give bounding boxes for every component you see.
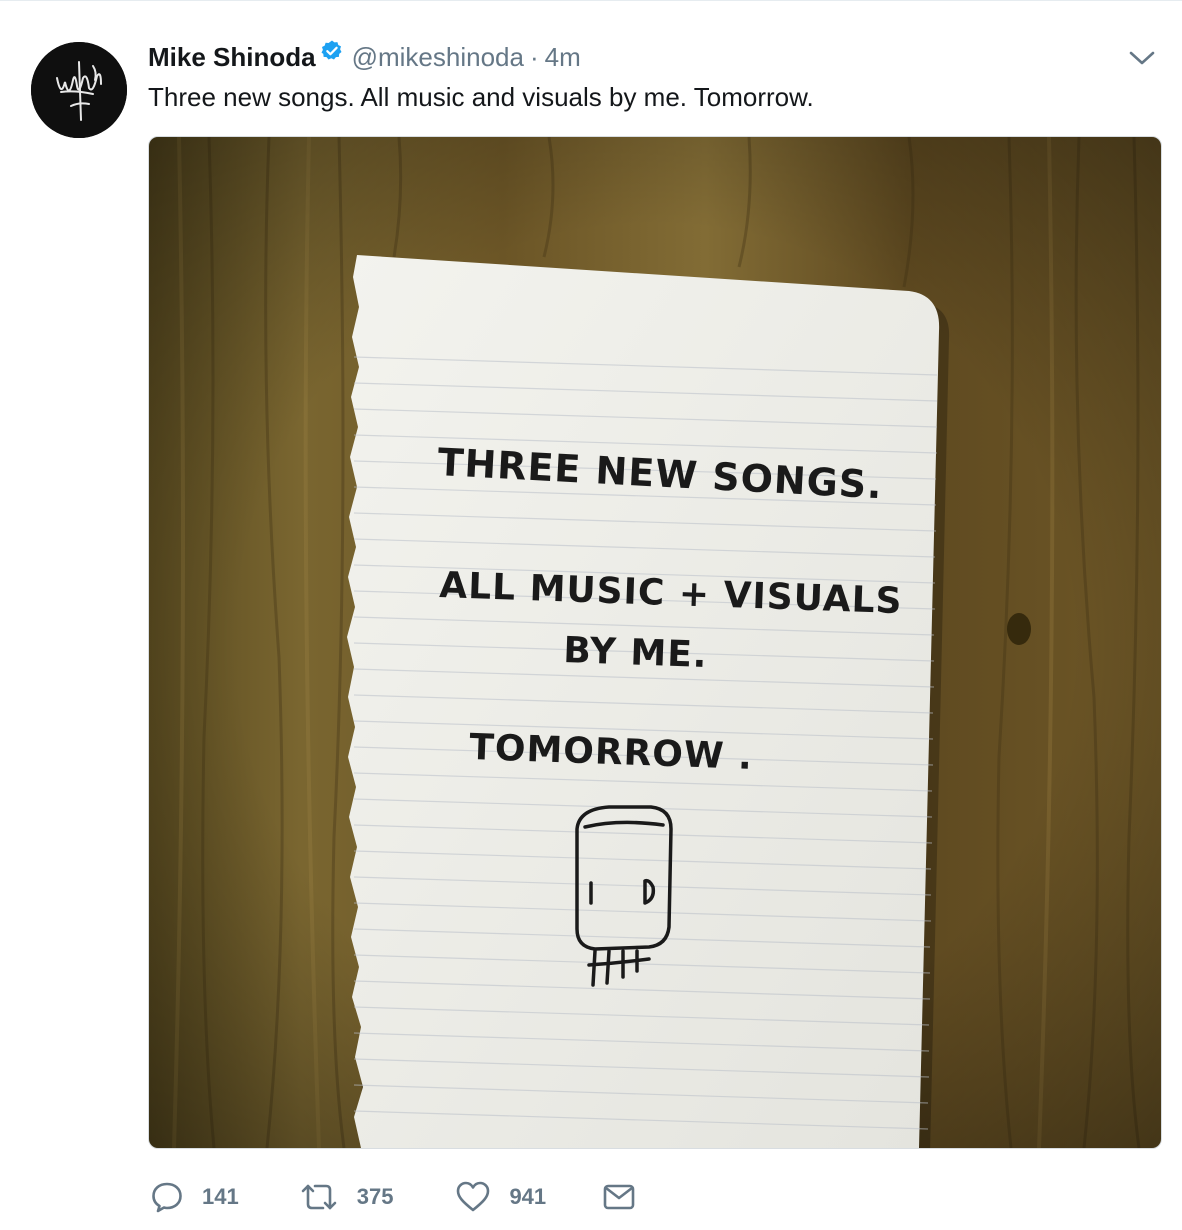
retweet-count: 375 [356, 1184, 394, 1209]
avatar[interactable] [31, 42, 127, 138]
envelope-icon [603, 1184, 635, 1210]
tweet-text: Three new songs. All music and visuals b… [148, 82, 814, 112]
direct-message-button[interactable] [602, 1182, 636, 1212]
chevron-down-icon [1129, 51, 1155, 65]
tweet-photo[interactable]: THREE NEW SONGS. ALL MUSIC + VISUALS BY … [148, 136, 1162, 1149]
reply-button[interactable]: 141 [150, 1180, 239, 1214]
tweet-header: Mike Shinoda @mikeshinoda · 4m [148, 37, 581, 77]
reply-count: 141 [202, 1184, 239, 1209]
handwritten-note-photo: THREE NEW SONGS. ALL MUSIC + VISUALS BY … [149, 137, 1161, 1148]
more-options-button[interactable] [1127, 45, 1157, 69]
separator-dot: · [529, 41, 539, 72]
retweet-icon [301, 1184, 337, 1210]
tweet-timestamp[interactable]: 4m [545, 42, 581, 73]
heart-icon [457, 1181, 490, 1212]
note-line-3: BY ME. [563, 630, 709, 676]
author-handle[interactable]: @mikeshinoda [352, 42, 524, 73]
like-button[interactable]: 941 [455, 1180, 546, 1214]
tweet: Mike Shinoda @mikeshinoda · 4m Three new… [0, 0, 1182, 1230]
signature-logo-icon [31, 42, 127, 138]
like-count: 941 [509, 1184, 547, 1209]
verified-badge-icon [320, 39, 344, 63]
tweet-actions: 141 375 941 [150, 1173, 636, 1221]
reply-icon [152, 1182, 182, 1213]
author-name[interactable]: Mike Shinoda [148, 42, 316, 73]
retweet-button[interactable]: 375 [299, 1180, 394, 1214]
